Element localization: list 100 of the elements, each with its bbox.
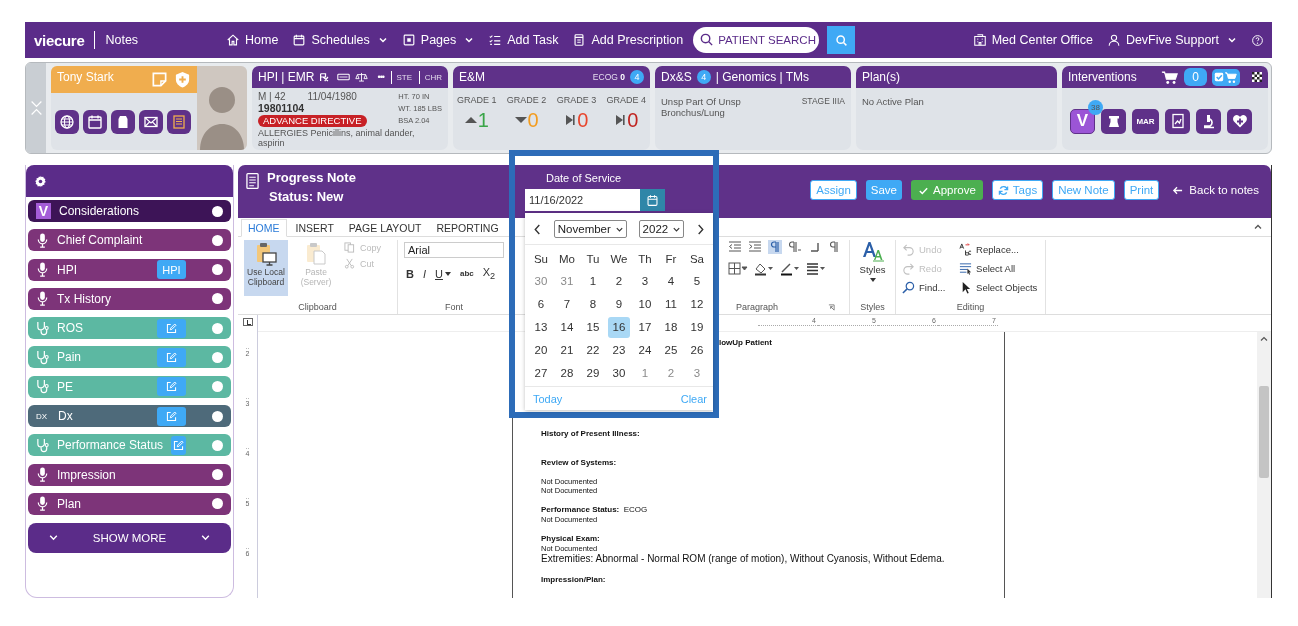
help-icon[interactable] bbox=[1251, 33, 1264, 47]
calendar-day[interactable]: 9 bbox=[608, 294, 630, 315]
editing-button[interactable]: Select All bbox=[959, 259, 1039, 277]
microscope-button[interactable] bbox=[1196, 108, 1221, 134]
calendar-day[interactable]: 16 bbox=[608, 317, 630, 338]
calendar-day[interactable]: 18 bbox=[660, 317, 682, 338]
date-field[interactable]: 11/16/2022 bbox=[525, 189, 640, 211]
calendar-day[interactable]: 26 bbox=[686, 340, 708, 361]
mail-button[interactable] bbox=[139, 109, 163, 134]
calendar-day[interactable]: 3 bbox=[634, 271, 656, 292]
sidebar-item[interactable]: V Considerations bbox=[28, 200, 231, 222]
scale-icon[interactable] bbox=[355, 72, 369, 82]
calendar-day[interactable]: 13 bbox=[530, 317, 552, 338]
edit-button[interactable] bbox=[157, 406, 186, 426]
format-button[interactable]: I bbox=[422, 267, 426, 280]
calendar-day[interactable]: 24 bbox=[634, 340, 656, 361]
nav-link[interactable]: Home bbox=[226, 33, 279, 47]
calendar-day[interactable]: 23 bbox=[608, 340, 630, 361]
mortar-pestle-button[interactable] bbox=[1101, 108, 1126, 134]
sidebar-item[interactable]: Plan bbox=[28, 492, 231, 515]
calendar-day[interactable]: 21 bbox=[556, 340, 578, 361]
styles-button[interactable]: Styles bbox=[859, 240, 886, 283]
tag-button[interactable] bbox=[111, 109, 135, 134]
paragraph-mark-icon[interactable] bbox=[768, 240, 782, 254]
header-link[interactable]: STE bbox=[396, 72, 413, 82]
calendar-day[interactable]: 20 bbox=[530, 340, 552, 361]
page-break-icon[interactable] bbox=[808, 240, 822, 254]
scroll-up-icon[interactable] bbox=[1259, 334, 1269, 344]
nav-link[interactable]: Pages bbox=[401, 33, 475, 47]
scrollbar-thumb[interactable] bbox=[1259, 386, 1269, 478]
calendar-day[interactable]: 17 bbox=[634, 317, 656, 338]
calendar-day[interactable]: 22 bbox=[582, 340, 604, 361]
show-more-button[interactable]: SHOW MORE bbox=[28, 522, 231, 553]
year-select[interactable]: 2022 bbox=[638, 220, 685, 238]
calendar-day[interactable]: 15 bbox=[582, 317, 604, 338]
editing-button[interactable]: Find... bbox=[902, 278, 948, 296]
paragraph-mark-icon[interactable] bbox=[788, 240, 802, 254]
line-color-icon[interactable] bbox=[780, 262, 800, 276]
calendar-day[interactable]: 27 bbox=[530, 363, 552, 384]
borders-icon[interactable] bbox=[728, 262, 748, 276]
calendar-day[interactable]: 5 bbox=[686, 271, 708, 292]
calendar-day[interactable]: 11 bbox=[660, 294, 682, 315]
ribbon-tab[interactable]: REPORTING bbox=[430, 220, 505, 236]
settings-icon[interactable] bbox=[34, 174, 47, 188]
calendar-day[interactable]: 2 bbox=[608, 271, 630, 292]
calendar-day[interactable]: 29 bbox=[582, 363, 604, 384]
card-id-icon[interactable] bbox=[337, 72, 351, 82]
font-family-field[interactable]: Arial bbox=[404, 242, 504, 258]
header-link[interactable]: CHR bbox=[424, 72, 442, 82]
nav-link[interactable]: Add Prescription bbox=[572, 33, 684, 47]
calendar-day[interactable]: 4 bbox=[660, 271, 682, 292]
more-menu[interactable]: ••• bbox=[377, 72, 384, 82]
ribbon-tab[interactable]: PAGE LAYOUT bbox=[342, 220, 428, 236]
calendar-day[interactable]: 10 bbox=[634, 294, 656, 315]
user-menu[interactable]: DevFive Support bbox=[1106, 33, 1237, 47]
calendar-day[interactable]: 2 bbox=[660, 363, 682, 384]
globe-button[interactable] bbox=[55, 109, 79, 134]
back-link[interactable]: Back to notes bbox=[1172, 184, 1259, 196]
format-button[interactable]: abc bbox=[459, 269, 474, 279]
patient-search-field[interactable]: PATIENT SEARCH bbox=[693, 27, 820, 53]
search-button[interactable] bbox=[827, 26, 856, 54]
shading-icon[interactable] bbox=[754, 262, 774, 276]
calendar-day[interactable]: 30 bbox=[530, 271, 552, 292]
tab-stop-icon[interactable] bbox=[242, 318, 253, 326]
calendar-button[interactable] bbox=[83, 109, 107, 134]
cart-icon[interactable] bbox=[1161, 69, 1180, 85]
format-button[interactable]: U bbox=[435, 267, 451, 280]
sidebar-item[interactable]: DX Dx bbox=[28, 405, 231, 428]
calendar-day[interactable]: 7 bbox=[556, 294, 578, 315]
calendar-day[interactable]: 31 bbox=[556, 271, 578, 292]
calendar-day[interactable]: 1 bbox=[634, 363, 656, 384]
advance-directive-badge[interactable]: ADVANCE DIRECTIVE bbox=[258, 115, 367, 127]
dialog-launcher-icon[interactable] bbox=[828, 304, 835, 311]
scrollbar[interactable] bbox=[1257, 332, 1271, 598]
month-select[interactable]: November bbox=[553, 220, 627, 238]
format-button[interactable]: B bbox=[406, 267, 414, 280]
calendar-day[interactable]: 30 bbox=[608, 363, 630, 384]
sidebar-item[interactable]: Tx History bbox=[28, 287, 231, 310]
chart-button[interactable] bbox=[1165, 108, 1190, 134]
calendar-day[interactable]: 8 bbox=[582, 294, 604, 315]
format-button[interactable]: X$_{2}$ bbox=[482, 266, 496, 282]
collapse-ribbon-icon[interactable] bbox=[1253, 222, 1263, 232]
editing-button[interactable]: Select Objects bbox=[959, 278, 1039, 296]
calendar-day[interactable]: 19 bbox=[686, 317, 708, 338]
previous-month-icon[interactable] bbox=[533, 222, 542, 236]
document-button[interactable] bbox=[167, 109, 191, 134]
heart-plus-button[interactable] bbox=[1227, 108, 1252, 134]
line-weight-icon[interactable] bbox=[806, 262, 826, 276]
ribbon-tab[interactable]: HOME bbox=[241, 219, 287, 237]
calendar-day[interactable]: 1 bbox=[582, 271, 604, 292]
calendar-day[interactable]: 25 bbox=[660, 340, 682, 361]
edit-button[interactable] bbox=[171, 435, 186, 455]
nav-link[interactable]: Add Task bbox=[488, 33, 559, 47]
mar-folder-button[interactable]: MAR bbox=[1132, 108, 1159, 134]
sidebar-item[interactable]: HPI HPI bbox=[28, 258, 231, 281]
calendar-day[interactable]: 28 bbox=[556, 363, 578, 384]
sidebar-item[interactable]: Impression bbox=[28, 463, 231, 486]
nav-link[interactable]: Schedules bbox=[292, 33, 388, 47]
sidebar-item[interactable]: Chief Complaint bbox=[28, 229, 231, 252]
edit-button[interactable] bbox=[157, 348, 186, 367]
